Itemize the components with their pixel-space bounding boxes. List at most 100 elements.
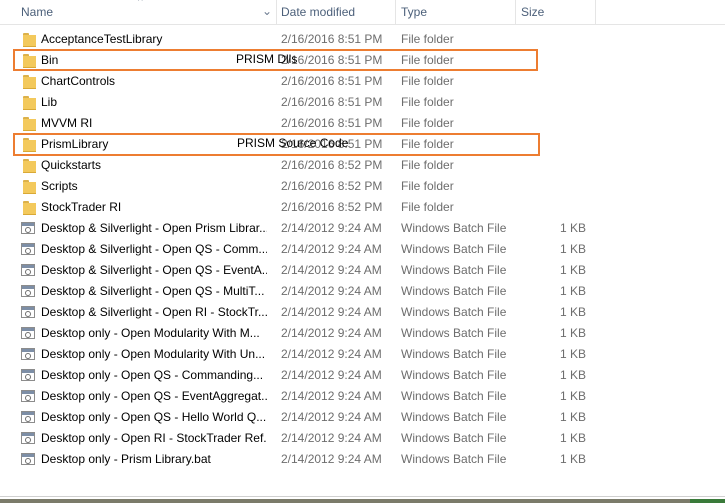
batch-file-icon [21,432,35,444]
file-type: File folder [401,116,454,130]
column-divider[interactable] [395,0,396,24]
file-size: 1 KB [559,326,586,340]
file-type: Windows Batch File [401,410,507,424]
file-row[interactable]: StockTrader RI 2/16/2016 8:52 PM File fold… [0,197,725,218]
file-date-modified: 2/16/2016 8:52 PM [281,200,383,214]
file-date-modified: 2/14/2012 9:24 AM [281,410,382,424]
file-date-modified: 2/16/2016 8:52 PM [281,179,383,193]
batch-file-icon [21,411,35,423]
file-row[interactable]: Desktop only - Prism Library.bat 2/14/201… [0,449,725,470]
file-type: File folder [401,158,454,172]
taskbar-green-indicator [690,499,725,503]
file-row[interactable]: AcceptanceTestLibrary 2/16/2016 8:51 PM Fi… [0,29,725,50]
file-date-modified: 2/16/2016 8:51 PM [281,116,383,130]
file-size: 1 KB [559,305,586,319]
file-name: AcceptanceTestLibrary [41,32,163,46]
folder-icon [23,201,36,215]
column-divider[interactable] [515,0,516,24]
file-name: StockTrader RI [41,200,122,214]
file-size: 1 KB [559,431,586,445]
file-date-modified: 2/14/2012 9:24 AM [281,326,382,340]
folder-icon [23,96,36,110]
file-row[interactable]: Desktop & Silverlight - Open Prism Libra… [0,218,725,239]
file-row[interactable]: Desktop & Silverlight - Open RI - StockT… [0,302,725,323]
file-row[interactable]: Lib 2/16/2016 8:51 PM File folder [0,92,725,113]
file-row[interactable]: Desktop only - Open Modularity With Un..… [0,344,725,365]
file-name: Desktop only - Open Modularity With M... [41,326,260,340]
file-type: File folder [401,179,454,193]
file-size: 1 KB [559,284,586,298]
column-header-type[interactable]: Type [401,0,427,24]
file-type: Windows Batch File [401,347,507,361]
file-type: File folder [401,32,454,46]
partially-hidden-row [0,470,725,482]
file-date-modified: 2/14/2012 9:24 AM [281,305,382,319]
column-divider[interactable] [595,0,596,24]
file-size: 1 KB [559,452,586,466]
file-row[interactable]: Quickstarts 2/16/2016 8:52 PM File folder [0,155,725,176]
file-type: Windows Batch File [401,284,507,298]
file-date-modified: 2/16/2016 8:52 PM [281,158,383,172]
file-date-modified: 2/14/2012 9:24 AM [281,347,382,361]
file-date-modified: 2/14/2012 9:24 AM [281,452,382,466]
file-row[interactable]: ChartControls 2/16/2016 8:51 PM File folde… [0,71,725,92]
batch-file-icon [21,222,35,234]
file-row[interactable]: Desktop only - Open QS - Hello World Q..… [0,407,725,428]
file-row[interactable]: Desktop only - Open QS - Commanding... 2/… [0,365,725,386]
file-row[interactable]: Desktop & Silverlight - Open QS - MultiT… [0,281,725,302]
file-type: File folder [401,74,454,88]
file-type: Windows Batch File [401,326,507,340]
column-header-date-modified[interactable]: Date modified [281,0,355,24]
file-date-modified: 2/14/2012 9:24 AM [281,431,382,445]
batch-file-icon [21,243,35,255]
file-row[interactable]: Desktop only - Open QS - EventAggregat..… [0,386,725,407]
file-name: Desktop only - Prism Library.bat [41,452,211,466]
column-divider[interactable] [276,0,277,24]
batch-file-icon [21,285,35,297]
file-row[interactable]: Desktop only - Open Modularity With M...… [0,323,725,344]
file-row[interactable]: Desktop & Silverlight - Open QS - EventA… [0,260,725,281]
column-header-bar: ^ Name ⌄ Date modified Type Size [0,0,725,25]
file-date-modified: 2/14/2012 9:24 AM [281,242,382,256]
file-date-modified: 2/14/2012 9:24 AM [281,221,382,235]
chevron-down-icon[interactable]: ⌄ [261,4,273,18]
file-name: Desktop & Silverlight - Open Prism Libra… [41,221,267,235]
folder-icon [23,159,36,173]
file-type: Windows Batch File [401,368,507,382]
file-type: Windows Batch File [401,242,507,256]
file-row[interactable]: Scripts 2/16/2016 8:52 PM File folder [0,176,725,197]
file-size: 1 KB [559,410,586,424]
file-name: Desktop & Silverlight - Open QS - Comm..… [41,242,267,256]
file-size: 1 KB [559,221,586,235]
file-name: Desktop & Silverlight - Open QS - MultiT… [41,284,265,298]
folder-icon [23,117,36,131]
batch-file-icon [21,306,35,318]
bin-annotation-label: PRISM Dlls [236,52,298,66]
file-date-modified: 2/14/2012 9:24 AM [281,368,382,382]
batch-file-icon [21,453,35,465]
taskbar-strip [0,499,725,503]
file-row[interactable]: Desktop only - Open RI - StockTrader Ref… [0,428,725,449]
file-name: ChartControls [41,74,116,88]
batch-file-icon [21,390,35,402]
folder-icon [23,33,36,47]
file-type: Windows Batch File [401,263,507,277]
file-size: 1 KB [559,347,586,361]
file-date-modified: 2/14/2012 9:24 AM [281,284,382,298]
file-name: Desktop only - Open QS - Hello World Q..… [41,410,267,424]
file-name: Desktop only - Open RI - StockTrader Ref… [41,431,267,445]
sort-ascending-icon: ^ [138,0,143,7]
file-date-modified: 2/16/2016 8:51 PM [281,95,383,109]
file-name: Desktop only - Open QS - Commanding... [41,368,264,382]
file-row[interactable]: MVVM RI 2/16/2016 8:51 PM File folder [0,113,725,134]
column-header-name[interactable]: Name [21,0,53,24]
file-name: Quickstarts [41,158,102,172]
file-row[interactable]: Desktop & Silverlight - Open QS - Comm..… [0,239,725,260]
file-type: Windows Batch File [401,221,507,235]
folder-icon [23,180,36,194]
batch-file-icon [21,348,35,360]
file-size: 1 KB [559,368,586,382]
column-header-size[interactable]: Size [521,0,544,24]
folder-icon [23,75,36,89]
file-name: MVVM RI [41,116,93,130]
